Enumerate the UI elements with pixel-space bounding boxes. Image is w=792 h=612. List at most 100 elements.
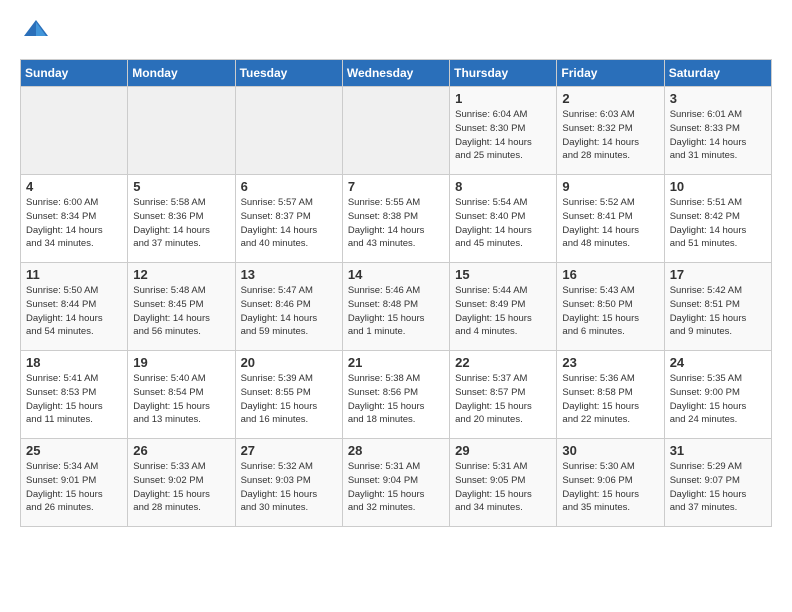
calendar-cell: 21Sunrise: 5:38 AM Sunset: 8:56 PM Dayli… [342,351,449,439]
day-number: 25 [26,443,122,458]
day-info: Sunrise: 5:57 AM Sunset: 8:37 PM Dayligh… [241,196,337,251]
day-number: 20 [241,355,337,370]
day-info: Sunrise: 5:37 AM Sunset: 8:57 PM Dayligh… [455,372,551,427]
logo [20,16,46,49]
calendar-cell: 24Sunrise: 5:35 AM Sunset: 9:00 PM Dayli… [664,351,771,439]
day-info: Sunrise: 6:03 AM Sunset: 8:32 PM Dayligh… [562,108,658,163]
calendar-cell: 4 Sunrise: 6:00 AM Sunset: 8:34 PM Daylig… [21,175,128,263]
day-number: 15 [455,267,551,282]
day-info: Sunrise: 5:30 AM Sunset: 9:06 PM Dayligh… [562,460,658,515]
weekday-header-sunday: Sunday [21,60,128,87]
day-number: 14 [348,267,444,282]
day-number: 1 [455,91,551,106]
weekday-header-row: SundayMondayTuesdayWednesdayThursdayFrid… [21,60,772,87]
day-number: 23 [562,355,658,370]
day-number: 18 [26,355,122,370]
calendar-table: SundayMondayTuesdayWednesdayThursdayFrid… [20,59,772,527]
weekday-header-monday: Monday [128,60,235,87]
week-row-5: 25 Sunrise: 5:34 AM Sunset: 9:01 PM Dayli… [21,439,772,527]
day-number: 28 [348,443,444,458]
calendar-cell: 14 Sunrise: 5:46 AM Sunset: 8:48 PM Dayli… [342,263,449,351]
day-info: Sunrise: 5:36 AM Sunset: 8:58 PM Dayligh… [562,372,658,427]
day-info: Sunrise: 5:44 AM Sunset: 8:49 PM Dayligh… [455,284,551,339]
day-number: 29 [455,443,551,458]
day-info: Sunrise: 6:01 AM Sunset: 8:33 PM Dayligh… [670,108,766,163]
day-info: Sunrise: 5:46 AM Sunset: 8:48 PM Dayligh… [348,284,444,339]
calendar-cell: 13 Sunrise: 5:47 AM Sunset: 8:46 PM Dayli… [235,263,342,351]
day-info: Sunrise: 5:40 AM Sunset: 8:54 PM Dayligh… [133,372,229,427]
day-number: 2 [562,91,658,106]
day-info: Sunrise: 5:50 AM Sunset: 8:44 PM Dayligh… [26,284,122,339]
day-info: Sunrise: 5:29 AM Sunset: 9:07 PM Dayligh… [670,460,766,515]
day-number: 10 [670,179,766,194]
calendar-cell: 12 Sunrise: 5:48 AM Sunset: 8:45 PM Dayli… [128,263,235,351]
day-number: 6 [241,179,337,194]
day-info: Sunrise: 6:04 AM Sunset: 8:30 PM Dayligh… [455,108,551,163]
weekday-header-thursday: Thursday [450,60,557,87]
day-number: 11 [26,267,122,282]
day-number: 7 [348,179,444,194]
day-number: 4 [26,179,122,194]
day-info: Sunrise: 5:47 AM Sunset: 8:46 PM Dayligh… [241,284,337,339]
day-info: Sunrise: 6:00 AM Sunset: 8:34 PM Dayligh… [26,196,122,251]
day-info: Sunrise: 5:34 AM Sunset: 9:01 PM Dayligh… [26,460,122,515]
day-info: Sunrise: 5:52 AM Sunset: 8:41 PM Dayligh… [562,196,658,251]
day-number: 19 [133,355,229,370]
calendar-cell: 7 Sunrise: 5:55 AM Sunset: 8:38 PM Daylig… [342,175,449,263]
day-info: Sunrise: 5:43 AM Sunset: 8:50 PM Dayligh… [562,284,658,339]
calendar-cell: 22 Sunrise: 5:37 AM Sunset: 8:57 PM Dayli… [450,351,557,439]
day-number: 16 [562,267,658,282]
calendar-cell: 20 Sunrise: 5:39 AM Sunset: 8:55 PM Dayli… [235,351,342,439]
calendar-cell: 25 Sunrise: 5:34 AM Sunset: 9:01 PM Dayli… [21,439,128,527]
logo-text [20,16,50,49]
calendar-cell [21,87,128,175]
day-info: Sunrise: 5:35 AM Sunset: 9:00 PM Dayligh… [670,372,766,427]
calendar-cell: 15 Sunrise: 5:44 AM Sunset: 8:49 PM Dayli… [450,263,557,351]
calendar-cell: 19 Sunrise: 5:40 AM Sunset: 8:54 PM Dayli… [128,351,235,439]
day-info: Sunrise: 5:39 AM Sunset: 8:55 PM Dayligh… [241,372,337,427]
day-info: Sunrise: 5:33 AM Sunset: 9:02 PM Dayligh… [133,460,229,515]
day-info: Sunrise: 5:55 AM Sunset: 8:38 PM Dayligh… [348,196,444,251]
calendar-cell: 28Sunrise: 5:31 AM Sunset: 9:04 PM Dayli… [342,439,449,527]
day-number: 21 [348,355,444,370]
day-number: 17 [670,267,766,282]
weekday-header-saturday: Saturday [664,60,771,87]
day-number: 3 [670,91,766,106]
calendar-cell: 16 Sunrise: 5:43 AM Sunset: 8:50 PM Dayli… [557,263,664,351]
calendar-cell: 18 Sunrise: 5:41 AM Sunset: 8:53 PM Dayli… [21,351,128,439]
weekday-header-friday: Friday [557,60,664,87]
day-info: Sunrise: 5:41 AM Sunset: 8:53 PM Dayligh… [26,372,122,427]
day-info: Sunrise: 5:54 AM Sunset: 8:40 PM Dayligh… [455,196,551,251]
day-number: 26 [133,443,229,458]
calendar-cell: 1 Sunrise: 6:04 AM Sunset: 8:30 PM Daylig… [450,87,557,175]
calendar-cell [128,87,235,175]
calendar-cell: 10Sunrise: 5:51 AM Sunset: 8:42 PM Dayli… [664,175,771,263]
day-number: 13 [241,267,337,282]
day-info: Sunrise: 5:58 AM Sunset: 8:36 PM Dayligh… [133,196,229,251]
calendar-cell: 31Sunrise: 5:29 AM Sunset: 9:07 PM Dayli… [664,439,771,527]
calendar-cell: 8 Sunrise: 5:54 AM Sunset: 8:40 PM Daylig… [450,175,557,263]
day-number: 22 [455,355,551,370]
logo-icon [22,16,50,44]
week-row-3: 11 Sunrise: 5:50 AM Sunset: 8:44 PM Dayli… [21,263,772,351]
day-info: Sunrise: 5:31 AM Sunset: 9:05 PM Dayligh… [455,460,551,515]
day-number: 12 [133,267,229,282]
day-number: 9 [562,179,658,194]
calendar-cell: 27Sunrise: 5:32 AM Sunset: 9:03 PM Dayli… [235,439,342,527]
calendar-cell [342,87,449,175]
calendar-cell: 26 Sunrise: 5:33 AM Sunset: 9:02 PM Dayli… [128,439,235,527]
day-number: 5 [133,179,229,194]
day-info: Sunrise: 5:42 AM Sunset: 8:51 PM Dayligh… [670,284,766,339]
calendar-cell: 9 Sunrise: 5:52 AM Sunset: 8:41 PM Daylig… [557,175,664,263]
week-row-1: 1 Sunrise: 6:04 AM Sunset: 8:30 PM Daylig… [21,87,772,175]
calendar-cell: 5 Sunrise: 5:58 AM Sunset: 8:36 PM Daylig… [128,175,235,263]
calendar-cell [235,87,342,175]
day-number: 8 [455,179,551,194]
calendar-cell: 11 Sunrise: 5:50 AM Sunset: 8:44 PM Dayli… [21,263,128,351]
header [20,16,772,49]
day-info: Sunrise: 5:48 AM Sunset: 8:45 PM Dayligh… [133,284,229,339]
week-row-2: 4 Sunrise: 6:00 AM Sunset: 8:34 PM Daylig… [21,175,772,263]
calendar-cell: 30Sunrise: 5:30 AM Sunset: 9:06 PM Dayli… [557,439,664,527]
calendar-cell: 29 Sunrise: 5:31 AM Sunset: 9:05 PM Dayli… [450,439,557,527]
weekday-header-tuesday: Tuesday [235,60,342,87]
